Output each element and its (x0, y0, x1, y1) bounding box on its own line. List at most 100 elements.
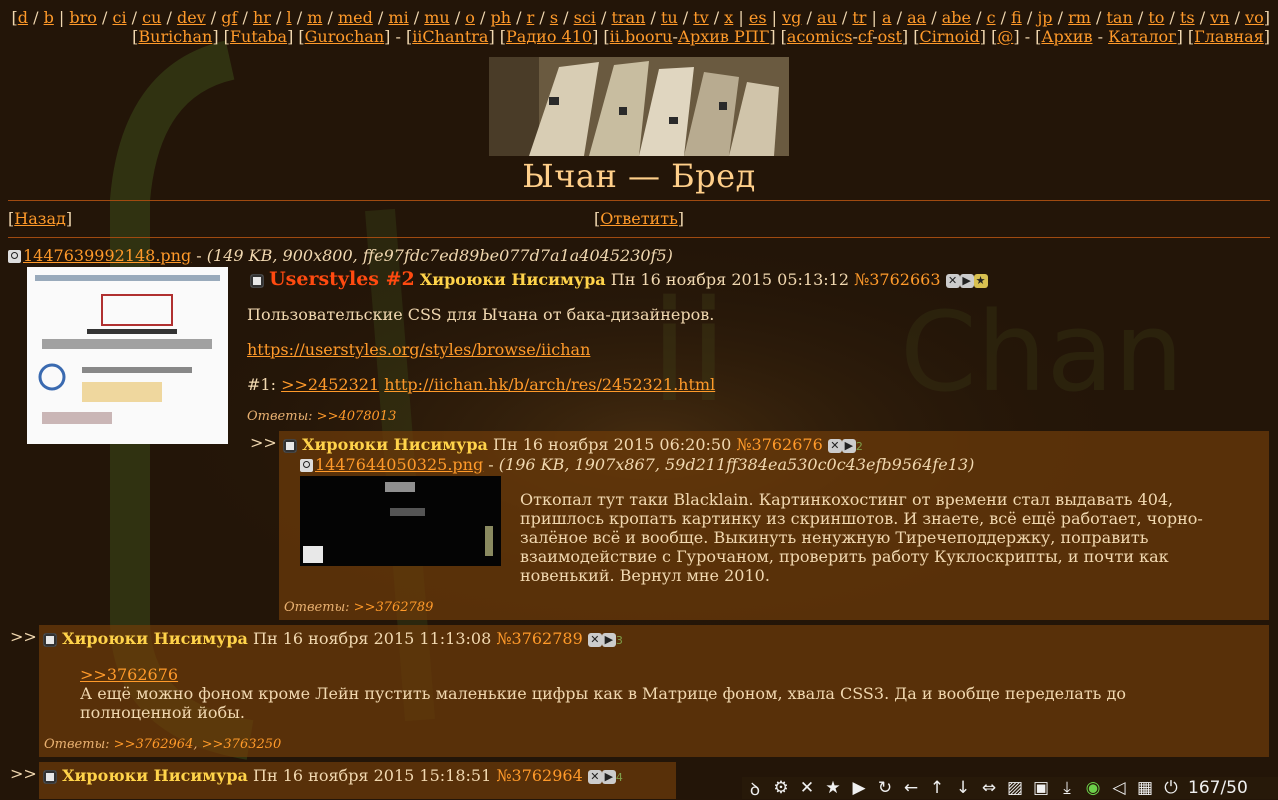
board-link-o[interactable]: o (465, 8, 475, 27)
post-ref-link[interactable]: >>2452321 (281, 375, 379, 394)
reply-post-number[interactable]: №3762676 (736, 435, 822, 454)
reply-post-number[interactable]: №3762789 (496, 629, 582, 648)
board-link-tran[interactable]: tran (611, 8, 645, 27)
logo-icon[interactable]: ꝺ (742, 777, 768, 800)
board-link-abe[interactable]: abe (942, 8, 971, 27)
reply-ref-link[interactable]: >>3762964 (114, 737, 194, 752)
image-icon[interactable]: ▨ (1002, 777, 1028, 799)
reply-post-number[interactable]: №3762964 (496, 766, 582, 785)
board-link-r[interactable]: r (527, 8, 535, 27)
board-link-ph[interactable]: ph (491, 8, 512, 27)
op-checkbox[interactable] (250, 273, 264, 288)
reply-thumbnail[interactable] (300, 476, 501, 566)
board-link-rm[interactable]: rm (1068, 8, 1091, 27)
link-iibooru[interactable]: ii.booru (610, 27, 673, 46)
board-link-x[interactable]: x (724, 8, 733, 27)
play-icon[interactable]: ▶ (959, 273, 974, 288)
arrow-left-icon[interactable]: ← (898, 777, 924, 799)
close-icon[interactable]: ✕ (794, 777, 820, 799)
mute-icon[interactable]: ◁ (1106, 777, 1132, 799)
back-link[interactable]: Назад (14, 209, 66, 228)
arrow-down-icon[interactable]: ↓ (950, 777, 976, 799)
board-link-c[interactable]: c (987, 8, 996, 27)
star-icon[interactable]: ★ (973, 273, 988, 288)
link-futaba[interactable]: Futaba (230, 27, 287, 46)
hide-icon[interactable]: ✕ (827, 438, 842, 453)
reply-checkbox[interactable] (43, 769, 57, 784)
reply-ref-link[interactable]: >>4078013 (317, 409, 397, 424)
board-link-to[interactable]: to (1148, 8, 1164, 27)
reply-link[interactable]: Ответить (600, 209, 678, 228)
reply-ref-link[interactable]: >>3762789 (354, 600, 434, 615)
zoom-icon[interactable] (8, 250, 21, 263)
board-link-au[interactable]: au (817, 8, 837, 27)
board-link-cu[interactable]: cu (142, 8, 161, 27)
board-link-b[interactable]: b (44, 8, 54, 27)
board-link-m[interactable]: m (307, 8, 322, 27)
board-link-gf[interactable]: gf (221, 8, 237, 27)
play-icon[interactable]: ▶ (601, 632, 616, 647)
zoom-icon[interactable] (300, 459, 313, 472)
grid-icon[interactable]: ▦ (1132, 777, 1158, 799)
board-link-vn[interactable]: vn (1210, 8, 1229, 27)
play-icon[interactable]: ▶ (601, 769, 616, 784)
link-acomics[interactable]: acomics (787, 27, 853, 46)
gear-icon[interactable]: ⚙ (768, 777, 794, 799)
link-cirnoid[interactable]: Cirnoid (919, 27, 979, 46)
expand-icon[interactable]: ⇔ (976, 777, 1002, 799)
star-icon[interactable]: ★ (820, 777, 846, 799)
board-link-vg[interactable]: vg (782, 8, 801, 27)
reply-file-link[interactable]: 1447644050325.png (315, 455, 483, 474)
board-link-hr[interactable]: hr (253, 8, 271, 27)
link-iichantra[interactable]: iiChantra (412, 27, 488, 46)
board-link-ts[interactable]: ts (1180, 8, 1195, 27)
board-link-l[interactable]: l (287, 8, 292, 27)
play-icon[interactable]: ▶ (841, 438, 856, 453)
link-catalog[interactable]: Каталог (1108, 27, 1177, 46)
board-link-ci[interactable]: ci (112, 8, 126, 27)
board-link-jp[interactable]: jp (1037, 8, 1052, 27)
board-link-es[interactable]: es (749, 8, 767, 27)
link-radio[interactable]: Радио 410 (506, 27, 592, 46)
refresh-icon[interactable]: ↻ (872, 777, 898, 799)
post-ref-link[interactable]: >>3762676 (80, 665, 178, 684)
link-burichan[interactable]: Burichan (138, 27, 212, 46)
board-link-mi[interactable]: mi (388, 8, 408, 27)
link-ost[interactable]: ost (878, 27, 902, 46)
board-link-d[interactable]: d (18, 8, 28, 27)
reply-ref-link[interactable]: >>3763250 (202, 737, 282, 752)
board-link-med[interactable]: med (338, 8, 373, 27)
board-link-aa[interactable]: aa (907, 8, 926, 27)
board-link-vo[interactable]: vo (1245, 8, 1264, 27)
userstyles-link[interactable]: https://userstyles.org/styles/browse/iic… (247, 340, 590, 359)
link-archive[interactable]: Архив (1041, 27, 1092, 46)
power-icon[interactable]: ⏻ (1158, 777, 1184, 799)
link-cf[interactable]: cf (858, 27, 872, 46)
play-icon[interactable]: ▶ (846, 777, 872, 799)
board-link-tan[interactable]: tan (1107, 8, 1133, 27)
board-link-tr[interactable]: tr (852, 8, 866, 27)
op-thumbnail[interactable] (27, 267, 228, 444)
arrow-up-icon[interactable]: ↑ (924, 777, 950, 799)
hide-icon[interactable]: ✕ (587, 769, 602, 784)
op-file-link[interactable]: 1447639992148.png (23, 246, 191, 265)
link-home[interactable]: Главная (1194, 27, 1264, 46)
link-at[interactable]: @ (997, 27, 1013, 46)
archive-link[interactable]: http://iichan.hk/b/arch/res/2452321.html (384, 375, 715, 394)
board-link-s[interactable]: s (550, 8, 558, 27)
board-link-a[interactable]: a (882, 8, 892, 27)
board-link-mu[interactable]: mu (424, 8, 449, 27)
eye-icon[interactable]: ◉ (1080, 777, 1106, 799)
board-link-sci[interactable]: sci (574, 8, 596, 27)
link-archive-rpg[interactable]: Архив РПГ (678, 27, 769, 46)
board-link-bro[interactable]: bro (69, 8, 97, 27)
hide-icon[interactable]: ✕ (587, 632, 602, 647)
download-icon[interactable]: ⤓ (1054, 777, 1080, 799)
board-link-tu[interactable]: tu (661, 8, 678, 27)
reply-checkbox[interactable] (43, 632, 57, 647)
reply-checkbox[interactable] (283, 438, 297, 453)
link-gurochan[interactable]: Gurochan (305, 27, 384, 46)
hide-icon[interactable]: ✕ (945, 273, 960, 288)
board-link-fi[interactable]: fi (1011, 8, 1022, 27)
op-post-number[interactable]: №3762663 (854, 270, 940, 289)
